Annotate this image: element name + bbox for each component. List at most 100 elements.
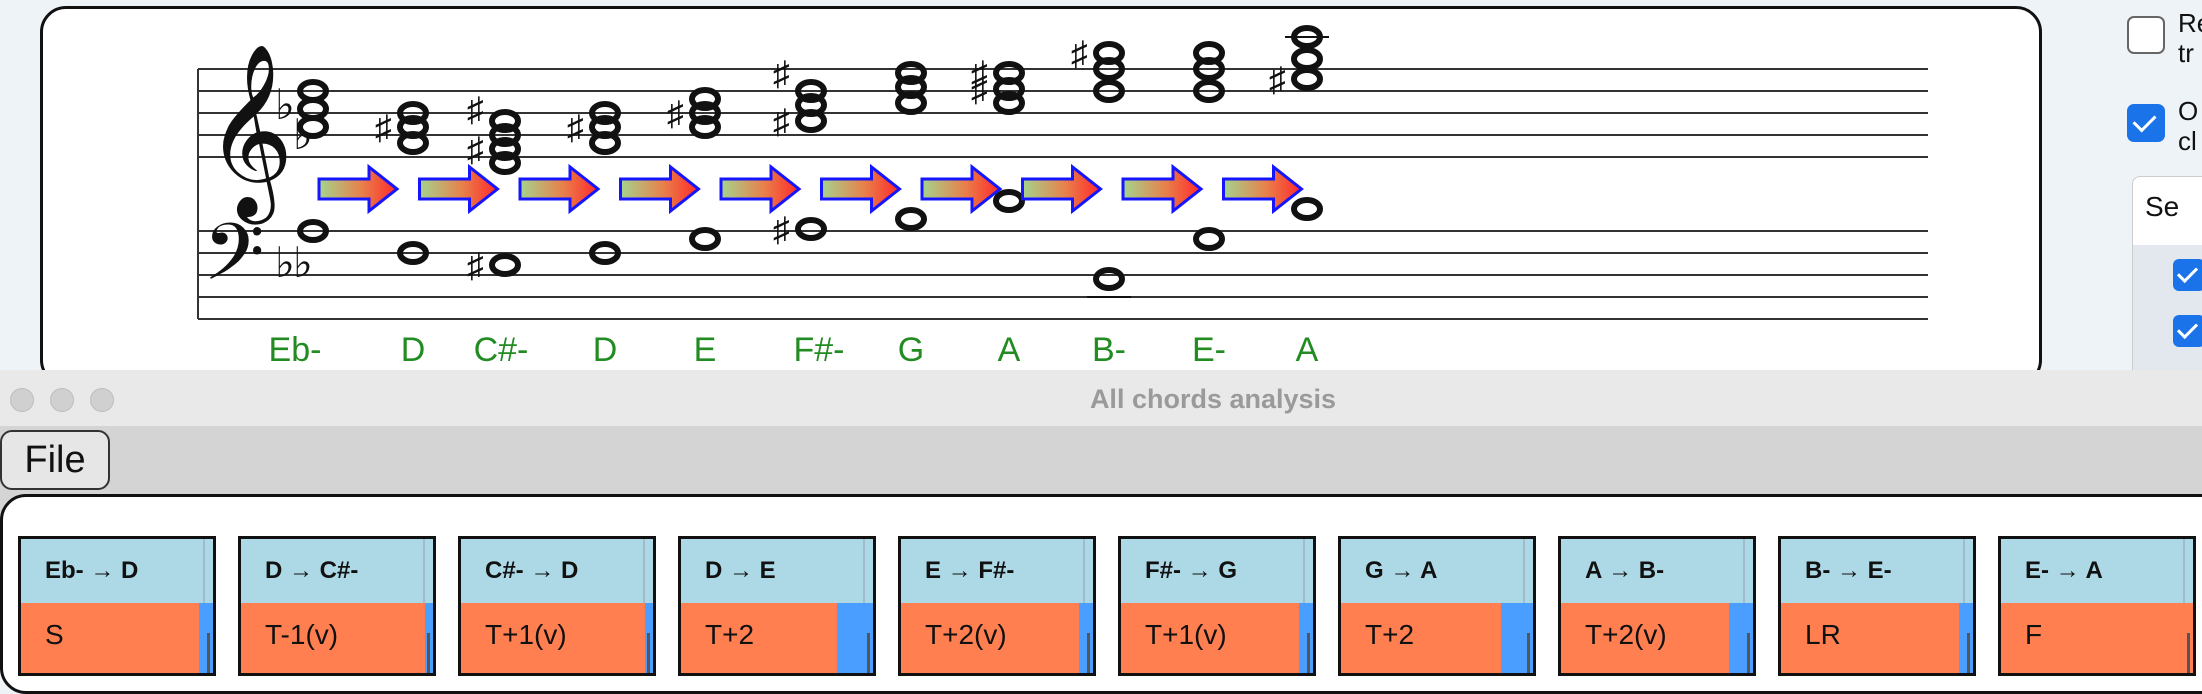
sharp-icon: ♯ — [375, 109, 392, 147]
chord-label: A — [998, 331, 1021, 369]
transition-operation: T+1(v) — [461, 603, 653, 673]
option2-checkbox[interactable] — [2127, 104, 2165, 142]
transition-operation: F — [2001, 603, 2193, 673]
bass-clef-icon: 𝄢 — [203, 206, 265, 318]
score-staff: 𝄞 𝄢 ♭ ♭ ♭ ♭ ♯ ♯♯♯♯ ♯♯♯♯♯♯♯♯ Eb- D C#- D E F#- G A… — [197, 25, 1928, 369]
transition-label: Eb- → D — [21, 539, 213, 603]
chord-label: B- — [1092, 331, 1126, 369]
note-head — [1291, 67, 1323, 91]
sharp-icon: ♯ — [1269, 61, 1286, 99]
note-head — [1291, 47, 1323, 71]
transition-arrow-icon — [1121, 163, 1204, 215]
options-panel: Re tr O cl Se — [2120, 0, 2202, 395]
transition-arrow-icon — [317, 163, 400, 215]
note-head — [589, 131, 621, 155]
note-head — [993, 189, 1025, 213]
transition-operation: T+2 — [1341, 603, 1533, 673]
transition-label: C#- → D — [461, 539, 653, 603]
option1-label-line1: Re — [2178, 8, 2202, 38]
transition-arrow-icon — [719, 163, 802, 215]
note-head — [689, 115, 721, 139]
transition-label: B- → E- — [1781, 539, 1973, 603]
note-head — [1093, 267, 1125, 291]
transition-card[interactable]: B- → E- LR — [1778, 536, 1976, 676]
transition-operation: T+2 — [681, 603, 873, 673]
note-head — [689, 227, 721, 251]
transition-card[interactable]: A → B- T+2(v) — [1558, 536, 1756, 676]
transition-label: G → A — [1341, 539, 1533, 603]
note-head — [795, 109, 827, 133]
menu-bar — [0, 426, 2202, 494]
transition-label: D → C#- — [241, 539, 433, 603]
option2-label-line2: cl — [2178, 126, 2197, 156]
sharp-icon: ♯ — [773, 211, 790, 249]
chord-label: C#- — [474, 331, 529, 369]
transition-card[interactable]: D → C#- T-1(v) — [238, 536, 436, 676]
chord-label: D — [401, 331, 426, 369]
svg-text:♭: ♭ — [275, 81, 295, 128]
sharp-icon: ♯ — [773, 103, 790, 141]
option1-label-line2: tr — [2178, 38, 2194, 68]
selection-checkbox-2[interactable] — [2173, 315, 2202, 347]
window-title-bar[interactable]: All chords analysis — [0, 370, 2202, 427]
svg-text:♭: ♭ — [275, 239, 295, 286]
transition-operation: S — [21, 603, 213, 673]
window-title: All chords analysis — [1089, 384, 1337, 414]
selection-checkbox-1[interactable] — [2173, 259, 2202, 291]
chord-label: A — [1296, 331, 1319, 369]
transition-arrow-icon — [820, 163, 902, 215]
sharp-icon: ♯ — [667, 95, 684, 133]
sharp-icon: ♯ — [467, 91, 484, 129]
selection-panel: Se — [2132, 176, 2202, 395]
transition-operation: T+2(v) — [1561, 603, 1753, 673]
chord-label: G — [898, 331, 924, 369]
transition-card[interactable]: Eb- → DS — [18, 536, 216, 676]
transition-label: A → B- — [1561, 539, 1753, 603]
note-head — [397, 131, 429, 155]
transition-card[interactable]: E- → AF — [1998, 536, 2196, 676]
transition-label: E- → A — [2001, 539, 2193, 603]
transition-arrow-icon — [920, 163, 1003, 215]
file-menu-button[interactable]: File — [0, 430, 110, 490]
note-head — [489, 253, 521, 277]
note-head — [1193, 227, 1225, 251]
option1-checkbox[interactable] — [2127, 16, 2165, 54]
sharp-icon: ♯ — [773, 55, 790, 93]
sharp-icon: ♯ — [467, 247, 484, 285]
transition-arrow-icon — [619, 163, 701, 215]
selection-header: Se — [2145, 191, 2180, 222]
option2-label-line1: O — [2178, 96, 2199, 126]
treble-clef-icon: 𝄞 — [205, 43, 294, 225]
note-head — [1291, 197, 1323, 221]
chord-label: E — [694, 331, 717, 369]
sharp-icon: ♯ — [1071, 35, 1088, 73]
analysis-window: All chords analysis File Eb- → DSD → C#-… — [0, 370, 2202, 694]
transition-arrow-icon — [1222, 163, 1304, 215]
sharp-icon: ♯ — [467, 131, 484, 169]
transition-operation: LR — [1781, 603, 1973, 673]
sharp-icon: ♯ — [567, 109, 584, 147]
transition-arrow-icon — [518, 163, 601, 215]
transition-arrow-icon — [418, 163, 500, 215]
score-panel: 𝄞 𝄢 ♭ ♭ ♭ ♭ ♯ ♯ ♯ ♯ ♯ ♯ ♯ ♯ ♯ ♯ ♯ ♯ ♯ Eb- D C#- D E F#- G A… — [40, 6, 2042, 386]
note-head — [895, 91, 927, 115]
transition-operation: T+1(v) — [1121, 603, 1313, 673]
chord-label: D — [593, 331, 618, 369]
transition-card[interactable]: E → F#- T+2(v) — [898, 536, 1096, 676]
note-head — [993, 91, 1025, 115]
chord-label: E- — [1192, 331, 1226, 369]
transition-card[interactable]: G → A T+2 — [1338, 536, 1536, 676]
note-head — [795, 217, 827, 241]
transition-label: D → E — [681, 539, 873, 603]
note-head — [489, 151, 521, 175]
transition-label: F#- → G — [1121, 539, 1313, 603]
transition-card[interactable]: C#- → D T+1(v) — [458, 536, 656, 676]
transition-label: E → F#- — [901, 539, 1093, 603]
transition-card[interactable]: F#- → G T+1(v) — [1118, 536, 1316, 676]
svg-text:♭: ♭ — [293, 239, 313, 286]
transition-card[interactable]: D → E T+2 — [678, 536, 876, 676]
chord-label: Eb- — [269, 331, 322, 369]
transition-operation: T-1(v) — [241, 603, 433, 673]
sharp-icon: ♯ — [971, 71, 988, 109]
transition-operation: T+2(v) — [901, 603, 1093, 673]
